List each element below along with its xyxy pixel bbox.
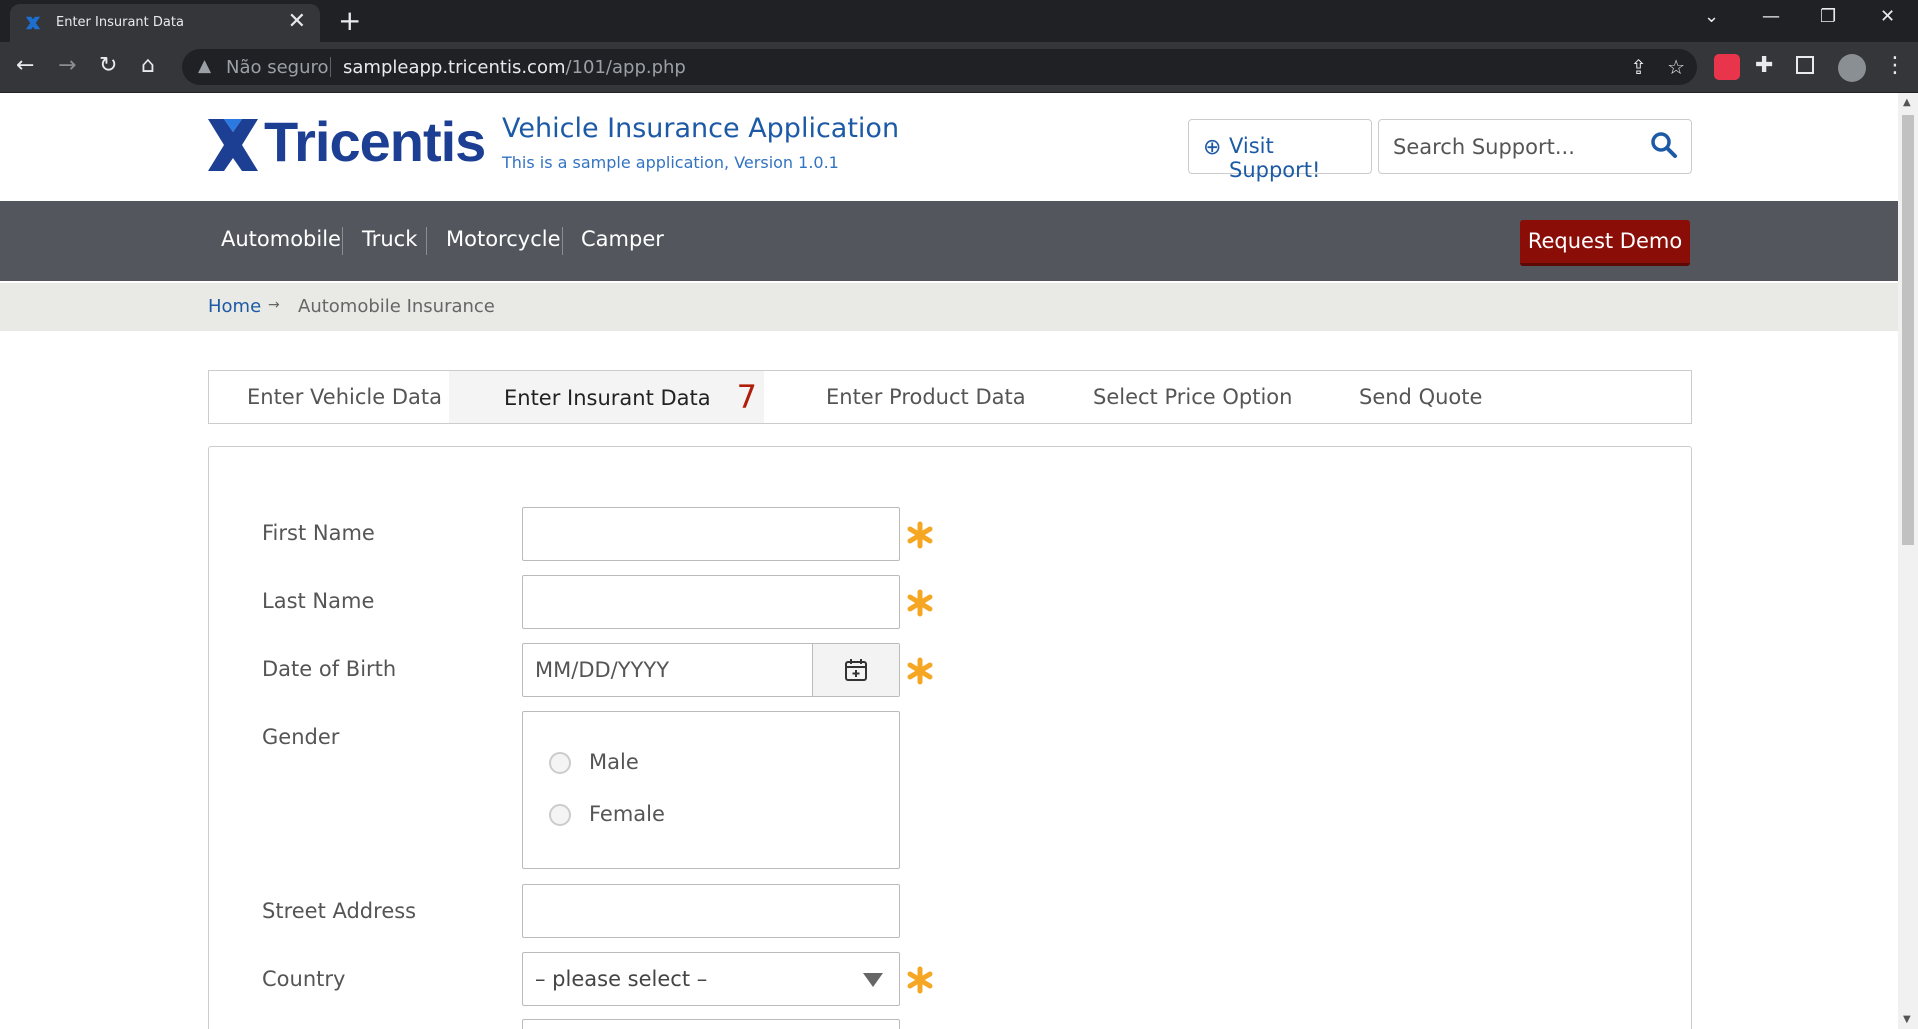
step-enter-product-data[interactable]: Enter Product Data (826, 371, 1026, 423)
restore-icon[interactable]: ❐ (1820, 6, 1836, 27)
window-close-icon[interactable]: ✕ (1880, 6, 1895, 27)
share-icon[interactable]: ⇪ (1630, 55, 1647, 79)
first-name-label: First Name (262, 521, 375, 545)
nav-divider (342, 227, 343, 255)
page-scrollbar[interactable]: ▲ ▼ (1898, 93, 1918, 1029)
last-name-input[interactable] (522, 575, 900, 629)
main-nav: Automobile Truck Motorcycle Camper Reque… (0, 201, 1898, 281)
calendar-icon (845, 659, 867, 681)
gender-group: Male Female (522, 711, 900, 869)
insurant-form (208, 446, 1692, 1029)
side-panel-icon[interactable] (1796, 56, 1814, 74)
app-subtitle: This is a sample application, Version 1.… (502, 153, 839, 172)
extensions-puzzle-icon[interactable]: ✚ (1755, 53, 1773, 79)
step-send-quote[interactable]: Send Quote (1359, 371, 1482, 423)
url-text[interactable]: sampleapp.tricentis.com/101/app.php (343, 57, 686, 78)
home-icon[interactable]: ⌂ (141, 53, 155, 79)
minimize-icon[interactable]: — (1762, 6, 1780, 27)
country-select[interactable]: – please select – (522, 952, 900, 1006)
bookmark-star-icon[interactable]: ☆ (1667, 55, 1685, 79)
street-address-label: Street Address (262, 899, 417, 923)
security-label[interactable]: Não seguro (226, 57, 329, 78)
gender-female-label[interactable]: Female (589, 802, 665, 826)
calendar-button[interactable] (812, 644, 899, 696)
step-select-price-option[interactable]: Select Price Option (1093, 371, 1292, 423)
gender-female-radio[interactable] (549, 804, 571, 826)
date-of-birth-placeholder: MM/DD/YYYY (535, 658, 670, 682)
back-icon[interactable]: ← (16, 53, 34, 79)
dropdown-caret-icon (863, 973, 883, 987)
tricentis-favicon-icon (25, 16, 41, 30)
search-input[interactable] (1391, 132, 1645, 162)
gender-male-label[interactable]: Male (589, 750, 639, 774)
nav-camper[interactable]: Camper (581, 227, 664, 251)
reload-icon[interactable]: ↻ (99, 53, 117, 79)
browser-tab-bar: Enter Insurant Data ✕ + ⌄ — ❐ ✕ (0, 0, 1918, 42)
breadcrumb: Home → Automobile Insurance (0, 283, 1898, 331)
menu-kebab-icon[interactable]: ⋮ (1884, 53, 1906, 79)
scroll-down-icon[interactable]: ▼ (1903, 1014, 1911, 1025)
browser-toolbar: ← → ↻ ⌂ ▲ Não seguro sampleapp.tricentis… (0, 42, 1918, 93)
warning-icon[interactable]: ▲ (198, 56, 211, 76)
divider (330, 57, 331, 77)
search-support-box[interactable] (1378, 119, 1692, 174)
nav-automobile[interactable]: Automobile (221, 227, 341, 251)
search-icon[interactable] (1649, 130, 1679, 160)
gender-male-radio[interactable] (549, 752, 571, 774)
nav-divider (426, 227, 427, 255)
first-name-input[interactable] (522, 507, 900, 561)
nav-truck[interactable]: Truck (362, 227, 417, 251)
gender-label: Gender (262, 725, 340, 749)
request-demo-button[interactable]: Request Demo (1520, 220, 1690, 266)
profile-avatar[interactable] (1838, 54, 1866, 82)
date-of-birth-label: Date of Birth (262, 657, 397, 681)
web-page: Tricentis Vehicle Insurance Application … (0, 93, 1898, 1029)
country-label: Country (262, 967, 346, 991)
tab-title: Enter Insurant Data (56, 15, 184, 30)
request-demo-label: Request Demo (1527, 229, 1683, 253)
lifebuoy-icon: ⊕ (1203, 135, 1222, 160)
step-enter-vehicle-data[interactable]: Enter Vehicle Data (247, 371, 442, 423)
browser-tab[interactable]: Enter Insurant Data ✕ (10, 4, 320, 42)
forward-icon[interactable]: → (58, 53, 76, 79)
scroll-up-icon[interactable]: ▲ (1903, 97, 1911, 108)
required-asterisk-icon (907, 966, 933, 994)
zip-code-input[interactable] (522, 1019, 900, 1029)
step-error-count: 7 (736, 378, 758, 416)
last-name-label: Last Name (262, 589, 375, 613)
scrollbar-thumb[interactable] (1902, 115, 1914, 545)
visit-support-label: Visit Support! (1229, 134, 1321, 182)
address-bar[interactable]: ▲ Não seguro sampleapp.tricentis.com/101… (182, 49, 1697, 85)
step-enter-insurant-data[interactable]: Enter Insurant Data 7 (449, 371, 764, 423)
tab-search-icon[interactable]: ⌄ (1704, 6, 1719, 27)
logo-wordmark: Tricentis (264, 110, 486, 173)
tricentis-logo-mark-icon (208, 119, 258, 171)
required-asterisk-icon (907, 657, 933, 685)
new-tab-button[interactable]: + (338, 5, 361, 37)
extension-icon[interactable] (1714, 54, 1740, 80)
wizard-steps: Enter Vehicle Data Enter Insurant Data 7 … (208, 370, 1692, 424)
required-asterisk-icon (907, 589, 933, 617)
required-asterisk-icon (907, 521, 933, 549)
nav-motorcycle[interactable]: Motorcycle (446, 227, 561, 251)
app-title: Vehicle Insurance Application (502, 113, 900, 144)
street-address-input[interactable] (522, 884, 900, 938)
country-selected-value: – please select – (535, 967, 708, 991)
nav-divider (562, 227, 563, 255)
date-of-birth-input[interactable]: MM/DD/YYYY (522, 643, 900, 697)
tab-close-icon[interactable]: ✕ (288, 9, 306, 35)
breadcrumb-arrow-icon: → (268, 297, 280, 313)
breadcrumb-current: Automobile Insurance (298, 296, 495, 317)
visit-support-button[interactable]: ⊕ Visit Support! (1188, 119, 1372, 182)
breadcrumb-home[interactable]: Home (208, 296, 261, 317)
